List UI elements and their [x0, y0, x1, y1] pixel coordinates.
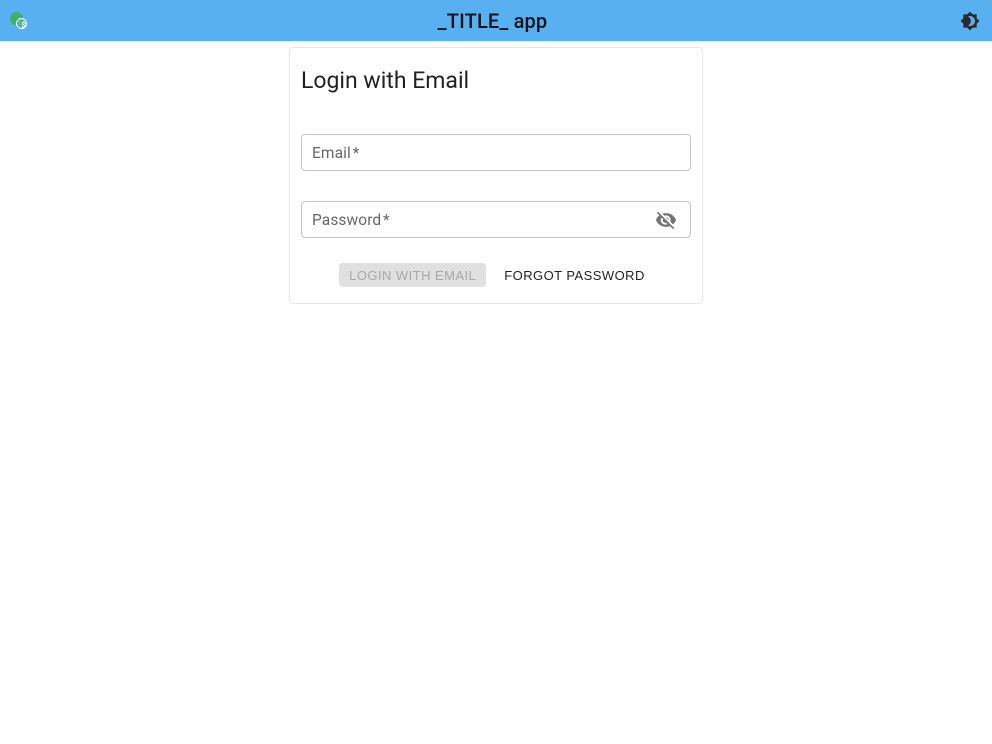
header-title: _TITLE_ app	[438, 9, 548, 33]
visibility-off-icon	[655, 209, 677, 231]
password-label: Password *	[312, 211, 390, 229]
card-title: Login with Email	[301, 67, 691, 94]
brightness-icon	[960, 11, 980, 31]
email-label: Email *	[312, 144, 359, 162]
password-required-asterisk: *	[383, 211, 390, 229]
password-label-text: Password	[312, 211, 381, 229]
email-required-asterisk: *	[353, 144, 360, 162]
app-logo: $	[10, 12, 27, 29]
logo-dollar-icon: $	[21, 21, 26, 30]
email-label-text: Email	[312, 144, 351, 162]
app-header: $ _TITLE_ app	[0, 0, 992, 41]
password-field[interactable]: Password *	[301, 201, 691, 238]
login-button[interactable]: LOGIN WITH EMAIL	[339, 263, 486, 287]
email-field[interactable]: Email *	[301, 134, 691, 171]
theme-toggle-button[interactable]	[958, 9, 982, 33]
forgot-password-button[interactable]: FORGOT PASSWORD	[496, 263, 653, 287]
button-row: LOGIN WITH EMAIL FORGOT PASSWORD	[301, 263, 691, 287]
password-visibility-toggle[interactable]	[646, 202, 686, 237]
login-card: Login with Email Email * Password * LOGI…	[289, 47, 703, 304]
